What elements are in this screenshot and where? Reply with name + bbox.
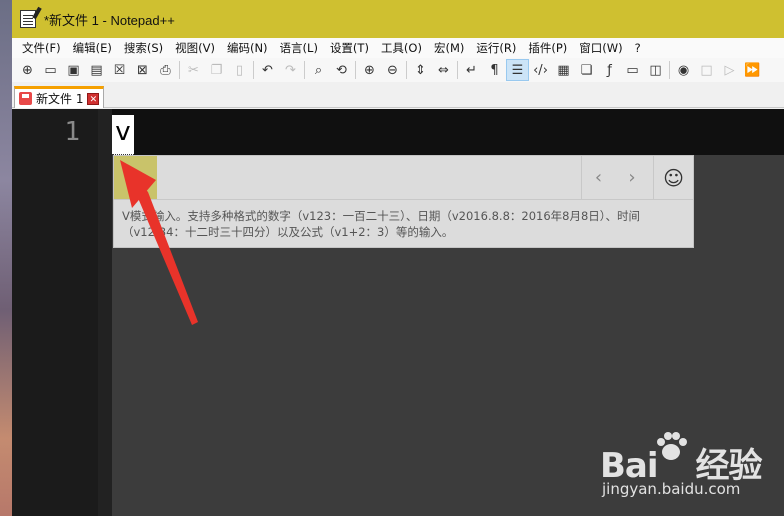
next-page-icon[interactable]: › xyxy=(615,156,649,199)
prev-page-icon[interactable]: ‹ xyxy=(581,156,615,199)
xml-tag-icon[interactable]: ‹/› xyxy=(529,59,552,81)
toolbar-separator xyxy=(669,61,670,79)
line-number: 1 xyxy=(64,117,80,147)
ime-candidate-popup: ‹ › ☺ V模式输入。支持多种格式的数字（v123：一百二十三）、日期（v20… xyxy=(113,155,694,248)
toolbar-separator xyxy=(457,61,458,79)
ime-hint-text: V模式输入。支持多种格式的数字（v123：一百二十三）、日期（v2016.8.8… xyxy=(122,209,641,239)
undo-icon[interactable]: ↶ xyxy=(256,59,279,81)
line-number-gutter xyxy=(12,109,98,516)
menu-language[interactable]: 语言(L) xyxy=(274,40,324,56)
toolbar-separator xyxy=(253,61,254,79)
notepad-app-icon xyxy=(20,10,36,28)
toolbar-separator xyxy=(355,61,356,79)
menu-edit[interactable]: 编辑(E) xyxy=(67,40,118,56)
copy-icon[interactable]: ❐ xyxy=(205,59,228,81)
typed-text: v xyxy=(112,115,134,155)
stop-record-icon[interactable]: □ xyxy=(695,59,718,81)
toolbar-separator xyxy=(406,61,407,79)
run-macro-multiple-icon[interactable]: ⏩ xyxy=(741,59,764,81)
toolbar: ⊕ ▭ ▣ ▤ ☒ ⊠ ⎙ ✂ ❐ ▯ ↶ ↷ ⌕ ⟲ ⊕ ⊖ ⇕ ⇔ ↵ ¶ … xyxy=(12,58,784,82)
watermark-url: jingyan.baidu.com xyxy=(602,480,741,498)
baidu-jingyan-watermark: Bai 经验 jingyan.baidu.com xyxy=(600,430,784,510)
ime-candidate-bar: ‹ › ☺ xyxy=(114,156,693,200)
menu-search[interactable]: 搜索(S) xyxy=(118,40,169,56)
redo-icon[interactable]: ↷ xyxy=(279,59,302,81)
play-macro-icon[interactable]: ▷ xyxy=(718,59,741,81)
close-tab-icon[interactable]: ✕ xyxy=(87,92,100,105)
title-bar: *新文件 1 - Notepad++ xyxy=(12,0,784,38)
ime-selected-candidate[interactable] xyxy=(114,156,157,199)
sync-vertical-icon[interactable]: ⇕ xyxy=(409,59,432,81)
menu-encoding[interactable]: 编码(N) xyxy=(221,40,274,56)
menu-settings[interactable]: 设置(T) xyxy=(324,40,375,56)
toolbar-separator xyxy=(179,61,180,79)
new-file-icon[interactable]: ⊕ xyxy=(16,59,39,81)
fold-margin xyxy=(98,109,112,516)
save-all-icon[interactable]: ▤ xyxy=(85,59,108,81)
menu-view[interactable]: 视图(V) xyxy=(169,40,221,56)
paw-icon xyxy=(657,432,687,460)
window-title: *新文件 1 - Notepad++ xyxy=(44,12,175,28)
record-macro-icon[interactable]: ◉ xyxy=(672,59,695,81)
close-icon[interactable]: ☒ xyxy=(108,59,131,81)
unsaved-file-icon xyxy=(19,92,32,105)
zoom-out-icon[interactable]: ⊖ xyxy=(381,59,404,81)
function-list-icon[interactable]: ƒ xyxy=(598,59,621,81)
print-icon[interactable]: ⎙ xyxy=(154,59,177,81)
doc-map-icon[interactable]: ▦ xyxy=(552,59,575,81)
doc-list-icon[interactable]: ❏ xyxy=(575,59,598,81)
tab-bar: 新文件 1 ✕ xyxy=(12,84,784,108)
find-icon[interactable]: ⌕ xyxy=(307,59,330,81)
save-icon[interactable]: ▣ xyxy=(62,59,85,81)
open-file-icon[interactable]: ▭ xyxy=(39,59,62,81)
show-all-chars-icon[interactable]: ¶ xyxy=(483,59,506,81)
menu-plugins[interactable]: 插件(P) xyxy=(522,40,573,56)
menu-help[interactable]: ? xyxy=(629,41,647,55)
sync-horizontal-icon[interactable]: ⇔ xyxy=(432,59,455,81)
indent-guide-icon[interactable]: ☰ xyxy=(506,59,529,81)
tab-new-file-1[interactable]: 新文件 1 ✕ xyxy=(14,86,105,108)
word-wrap-icon[interactable]: ↵ xyxy=(460,59,483,81)
close-all-icon[interactable]: ⊠ xyxy=(131,59,154,81)
menu-bar: 文件(F) 编辑(E) 搜索(S) 视图(V) 编码(N) 语言(L) 设置(T… xyxy=(12,38,784,58)
tab-label: 新文件 1 xyxy=(36,92,84,106)
current-line-highlight xyxy=(112,109,784,155)
desktop-background xyxy=(0,0,12,516)
menu-file[interactable]: 文件(F) xyxy=(16,40,67,56)
paste-icon[interactable]: ▯ xyxy=(228,59,251,81)
replace-icon[interactable]: ⟲ xyxy=(330,59,353,81)
menu-macro[interactable]: 宏(M) xyxy=(428,40,470,56)
zoom-in-icon[interactable]: ⊕ xyxy=(358,59,381,81)
emoji-icon[interactable]: ☺ xyxy=(653,156,693,199)
cut-icon[interactable]: ✂ xyxy=(182,59,205,81)
menu-run[interactable]: 运行(R) xyxy=(470,40,522,56)
menu-window[interactable]: 窗口(W) xyxy=(573,40,628,56)
folder-workspace-icon[interactable]: ◫ xyxy=(644,59,667,81)
monitor-icon[interactable]: ▭ xyxy=(621,59,644,81)
toolbar-separator xyxy=(304,61,305,79)
menu-tools[interactable]: 工具(O) xyxy=(375,40,428,56)
